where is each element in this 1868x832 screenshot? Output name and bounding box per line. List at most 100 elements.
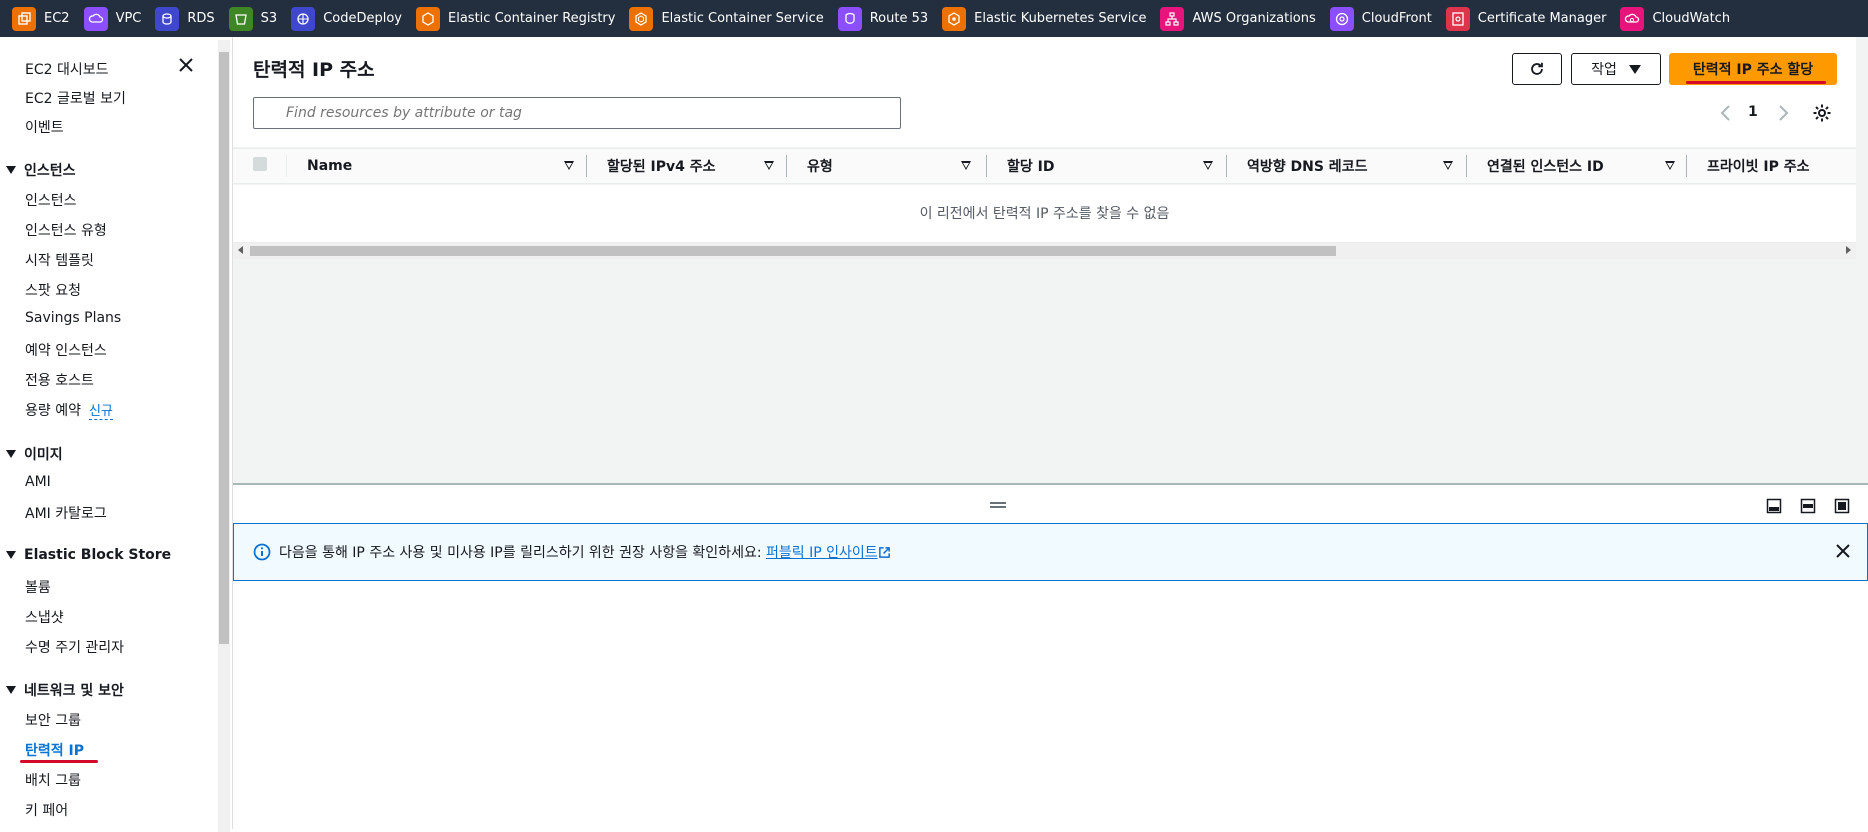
favorite-vpc[interactable]: VPC <box>83 0 142 37</box>
column-divider[interactable] <box>786 155 787 177</box>
sidebar-item-key-pairs[interactable]: 키 페어 <box>25 800 68 820</box>
page-number[interactable]: 1 <box>1748 104 1758 120</box>
sort-icon <box>764 161 774 170</box>
refresh-button[interactable] <box>1512 53 1562 85</box>
favorite-organizations[interactable]: AWS Organizations <box>1160 0 1316 37</box>
actions-dropdown-button[interactable]: 작업 <box>1571 53 1661 85</box>
chevron-right-icon[interactable] <box>1775 103 1791 123</box>
sidebar-item-ami-catalog[interactable]: AMI 카탈로그 <box>25 503 107 523</box>
cloudfront-icon <box>1329 6 1354 31</box>
column-divider[interactable] <box>1226 155 1227 177</box>
sidebar-item-dedicated-hosts[interactable]: 전용 호스트 <box>25 370 94 390</box>
sort-icon <box>1443 161 1453 170</box>
favorite-rds[interactable]: RDS <box>155 0 215 37</box>
column-header-ipv4[interactable]: 할당된 IPv4 주소 <box>607 155 777 177</box>
sidebar-item-ec2-dashboard[interactable]: EC2 대시보드 <box>25 59 109 79</box>
page-title: 탄력적 IP 주소 <box>253 59 375 81</box>
column-divider[interactable] <box>586 155 587 177</box>
sidebar-section-title: 이미지 <box>24 447 63 463</box>
eks-icon <box>942 6 967 31</box>
sidebar-item-elastic-ip[interactable]: 탄력적 IP <box>25 740 84 760</box>
favorite-route53[interactable]: Route 53 <box>837 0 929 37</box>
favorite-label: CloudWatch <box>1652 11 1731 26</box>
favorite-label: Certificate Manager <box>1477 11 1607 26</box>
info-banner-message: 다음을 통해 IP 주소 사용 및 미사용 IP를 릴리스하기 위한 권장 사항… <box>279 545 766 561</box>
favorite-label: Elastic Kubernetes Service <box>974 11 1147 26</box>
caret-down-icon <box>6 551 16 559</box>
column-label: 연결된 인스턴스 ID <box>1487 159 1604 175</box>
column-label: 할당된 IPv4 주소 <box>607 159 716 175</box>
favorite-ec2[interactable]: EC2 <box>12 0 70 37</box>
favorite-cloudfront[interactable]: CloudFront <box>1329 0 1432 37</box>
select-all-checkbox[interactable] <box>253 157 267 171</box>
sidebar-item-snapshots[interactable]: 스냅샷 <box>25 607 64 627</box>
sidebar-item-events[interactable]: 이벤트 <box>25 117 64 137</box>
favorite-ecs[interactable]: Elastic Container Service <box>629 0 824 37</box>
sidebar-item-ami[interactable]: AMI <box>25 474 51 490</box>
drag-handle-icon[interactable] <box>990 502 1006 508</box>
sidebar-section-instances[interactable]: 인스턴스 <box>6 160 76 180</box>
split-full-icon[interactable] <box>1834 498 1850 514</box>
refresh-icon <box>1531 62 1543 75</box>
certificate-manager-icon <box>1445 6 1470 31</box>
sidebar-item-placement-groups[interactable]: 배치 그룹 <box>25 770 81 790</box>
external-link-icon[interactable] <box>878 546 891 559</box>
favorite-s3[interactable]: S3 <box>228 0 277 37</box>
sidebar-item-volumes[interactable]: 볼륨 <box>25 577 51 597</box>
sidebar-item-ec2-global-view[interactable]: EC2 글로벌 보기 <box>25 88 126 108</box>
column-header-reverse-dns[interactable]: 역방향 DNS 레코드 <box>1247 155 1457 177</box>
column-label: Name <box>307 158 353 174</box>
close-icon[interactable] <box>1834 542 1852 560</box>
favorite-label: CloudFront <box>1361 11 1432 26</box>
gear-icon[interactable] <box>1812 103 1832 123</box>
column-header-type[interactable]: 유형 <box>807 155 977 177</box>
sidebar-section-images[interactable]: 이미지 <box>6 444 63 464</box>
favorite-codedeploy[interactable]: CodeDeploy <box>291 0 402 37</box>
sidebar-item-security-groups[interactable]: 보안 그룹 <box>25 710 81 730</box>
info-banner-text: 다음을 통해 IP 주소 사용 및 미사용 IP를 릴리스하기 위한 권장 사항… <box>279 542 891 562</box>
column-divider[interactable] <box>1466 155 1467 177</box>
sidebar-item-capacity-reservations[interactable]: 용량 예약 신규 <box>25 400 113 420</box>
split-side-icon[interactable] <box>1800 498 1816 514</box>
column-header-name[interactable]: Name <box>307 155 577 177</box>
column-divider[interactable] <box>1686 155 1687 177</box>
column-header-instance-id[interactable]: 연결된 인스턴스 ID <box>1487 155 1687 177</box>
favorite-label: EC2 <box>44 11 70 26</box>
split-bottom-icon[interactable] <box>1766 498 1782 514</box>
sort-icon <box>1665 161 1675 170</box>
ecr-icon <box>416 6 441 31</box>
favorite-eks[interactable]: Elastic Kubernetes Service <box>942 0 1146 37</box>
scroll-left-icon[interactable] <box>238 246 243 254</box>
table-scrollbar-thumb[interactable] <box>250 246 1336 256</box>
favorite-cloudwatch[interactable]: CloudWatch <box>1620 0 1730 37</box>
sidebar-section-title: 인스턴스 <box>24 163 76 179</box>
sidebar-item-reserved-instances[interactable]: 예약 인스턴스 <box>25 340 107 360</box>
sidebar-scrollbar-thumb[interactable] <box>219 52 229 644</box>
favorite-label: AWS Organizations <box>1192 11 1316 26</box>
favorite-ecr[interactable]: Elastic Container Registry <box>416 0 615 37</box>
chevron-left-icon[interactable] <box>1718 103 1734 123</box>
favorite-label: VPC <box>115 11 142 26</box>
sidebar-item-lifecycle-manager[interactable]: 수명 주기 관리자 <box>25 637 124 657</box>
search-input[interactable] <box>286 105 886 121</box>
scroll-right-icon[interactable] <box>1846 246 1851 254</box>
column-header-private-ip[interactable]: 프라이빗 IP 주소 <box>1707 155 1847 177</box>
sidebar-item-instance-types[interactable]: 인스턴스 유형 <box>25 220 107 240</box>
sidebar-section-ebs[interactable]: Elastic Block Store <box>6 547 171 563</box>
sidebar-item-launch-templates[interactable]: 시작 템플릿 <box>25 250 94 270</box>
sort-icon <box>564 161 574 170</box>
sidebar-item-instances[interactable]: 인스턴스 <box>25 190 77 210</box>
annotation-underline <box>1686 81 1826 84</box>
main-vertical-scrollbar[interactable] <box>1856 37 1868 483</box>
sidebar-item-savings-plans[interactable]: Savings Plans <box>25 310 121 326</box>
sidebar-item-spot-requests[interactable]: 스팟 요청 <box>25 280 81 300</box>
s3-icon <box>228 6 253 31</box>
favorite-label: Route 53 <box>869 11 929 26</box>
close-sidebar-icon[interactable] <box>176 55 196 75</box>
ecs-icon <box>629 6 654 31</box>
column-header-allocation-id[interactable]: 할당 ID <box>1007 155 1217 177</box>
sidebar-section-network-security[interactable]: 네트워크 및 보안 <box>6 680 124 700</box>
column-divider[interactable] <box>986 155 987 177</box>
favorite-certificate-manager[interactable]: Certificate Manager <box>1445 0 1607 37</box>
public-ip-insights-link[interactable]: 퍼블릭 IP 인사이트 <box>766 545 878 561</box>
